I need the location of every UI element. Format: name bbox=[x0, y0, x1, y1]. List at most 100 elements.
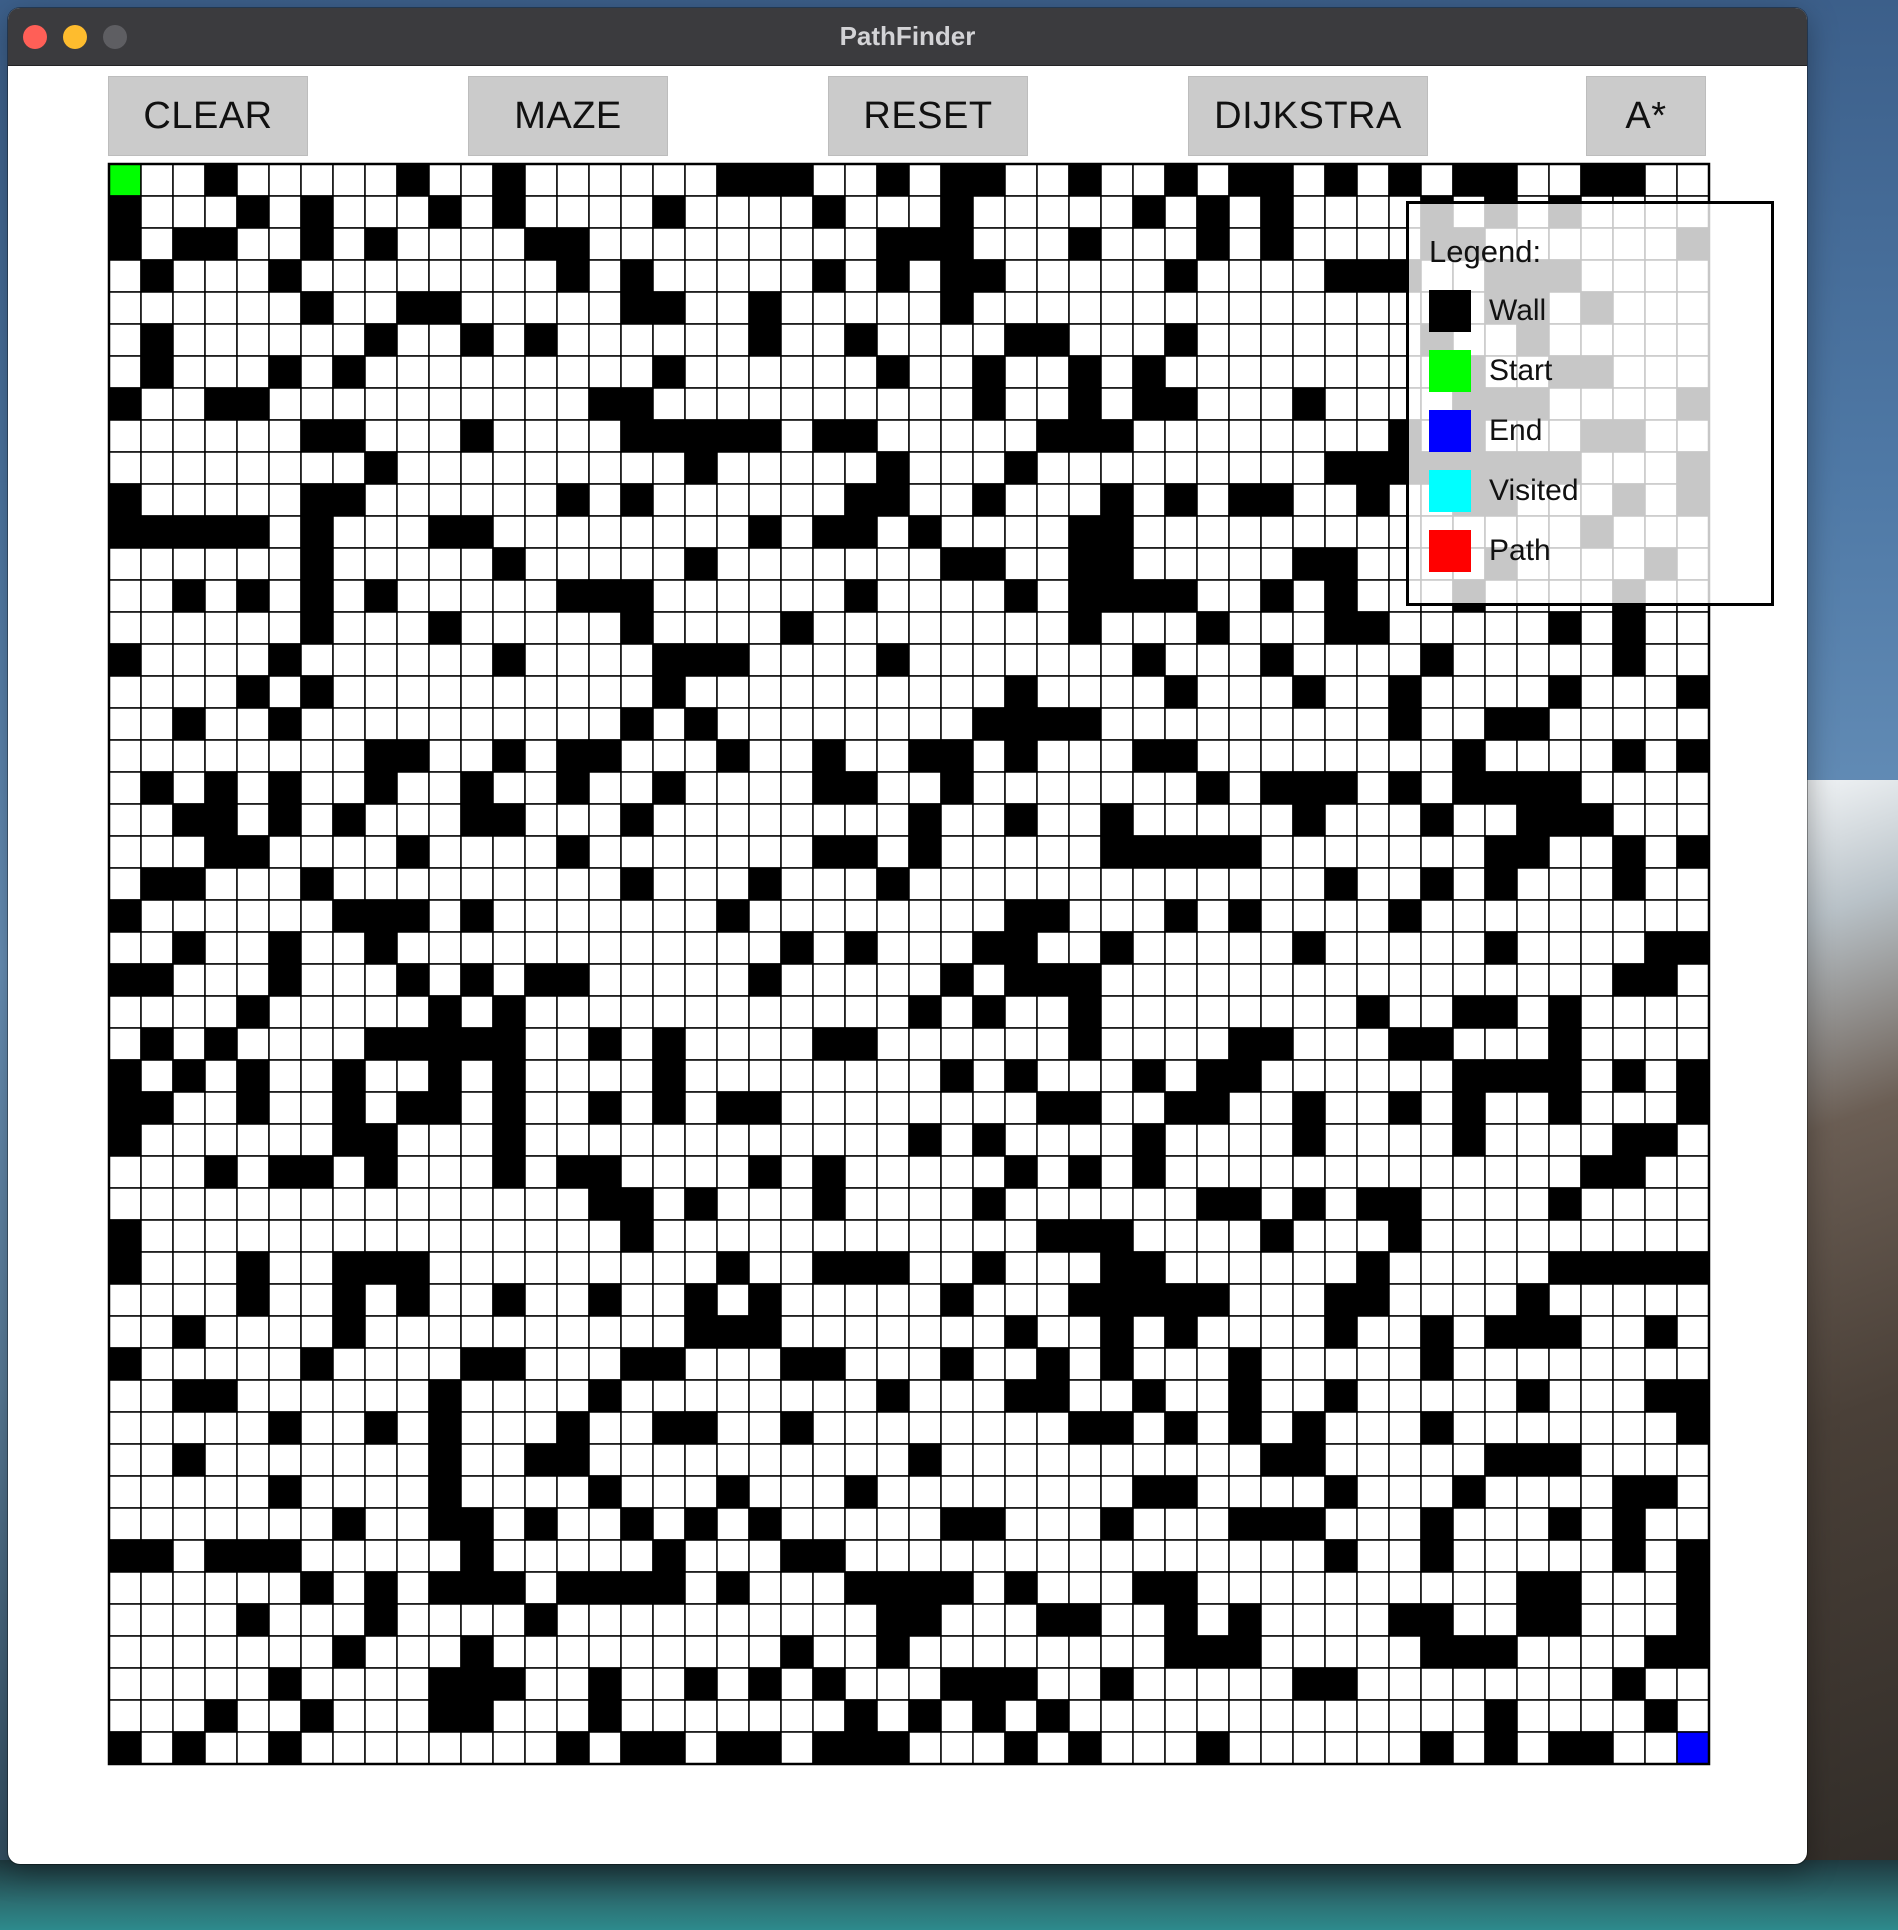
grid-cell[interactable] bbox=[1100, 451, 1134, 485]
wall-cell[interactable] bbox=[492, 1155, 526, 1189]
wall-cell[interactable] bbox=[428, 1507, 462, 1541]
wall-cell[interactable] bbox=[652, 1571, 686, 1605]
grid-cell[interactable] bbox=[812, 675, 846, 709]
grid-cell[interactable] bbox=[812, 643, 846, 677]
grid-cell[interactable] bbox=[1356, 1315, 1390, 1349]
grid-cell[interactable] bbox=[108, 803, 142, 837]
wall-cell[interactable] bbox=[812, 1731, 846, 1765]
wall-cell[interactable] bbox=[620, 1347, 654, 1381]
grid-cell[interactable] bbox=[1068, 675, 1102, 709]
grid-cell[interactable] bbox=[1452, 835, 1486, 869]
grid-cell[interactable] bbox=[1356, 1027, 1390, 1061]
grid-cell[interactable] bbox=[1452, 1251, 1486, 1285]
grid-cell[interactable] bbox=[940, 1475, 974, 1509]
grid-cell[interactable] bbox=[204, 451, 238, 485]
grid-cell[interactable] bbox=[108, 1475, 142, 1509]
grid-cell[interactable] bbox=[652, 1155, 686, 1189]
grid-cell[interactable] bbox=[1196, 963, 1230, 997]
grid-cell[interactable] bbox=[1356, 675, 1390, 709]
grid-cell[interactable] bbox=[1196, 1027, 1230, 1061]
grid-cell[interactable] bbox=[460, 1091, 494, 1125]
grid-cell[interactable] bbox=[1452, 1571, 1486, 1605]
wall-cell[interactable] bbox=[1196, 227, 1230, 261]
grid-cell[interactable] bbox=[716, 579, 750, 613]
wall-cell[interactable] bbox=[1580, 1731, 1614, 1765]
grid-cell[interactable] bbox=[1068, 1699, 1102, 1733]
grid-cell[interactable] bbox=[172, 1091, 206, 1125]
grid-cell[interactable] bbox=[972, 1347, 1006, 1381]
grid-cell[interactable] bbox=[940, 1603, 974, 1637]
grid-cell[interactable] bbox=[1452, 1603, 1486, 1637]
grid-cell[interactable] bbox=[172, 1507, 206, 1541]
grid-cell[interactable] bbox=[1324, 1123, 1358, 1157]
grid-cell[interactable] bbox=[812, 931, 846, 965]
wall-cell[interactable] bbox=[1548, 675, 1582, 709]
grid-cell[interactable] bbox=[780, 1475, 814, 1509]
grid-cell[interactable] bbox=[332, 323, 366, 357]
grid-cell[interactable] bbox=[236, 931, 270, 965]
grid-cell[interactable] bbox=[236, 1123, 270, 1157]
grid-cell[interactable] bbox=[140, 675, 174, 709]
wall-cell[interactable] bbox=[972, 707, 1006, 741]
grid-cell[interactable] bbox=[620, 451, 654, 485]
grid-cell[interactable] bbox=[620, 1635, 654, 1669]
grid-cell[interactable] bbox=[1356, 1443, 1390, 1477]
grid-cell[interactable] bbox=[1004, 1507, 1038, 1541]
grid-cell[interactable] bbox=[108, 1379, 142, 1413]
grid-cell[interactable] bbox=[1004, 163, 1038, 197]
grid-cell[interactable] bbox=[268, 387, 302, 421]
grid-cell[interactable] bbox=[1292, 995, 1326, 1029]
grid-cell[interactable] bbox=[1388, 739, 1422, 773]
grid-cell[interactable] bbox=[172, 1475, 206, 1509]
wall-cell[interactable] bbox=[748, 1155, 782, 1189]
grid-cell[interactable] bbox=[940, 1731, 974, 1765]
grid-cell[interactable] bbox=[1356, 899, 1390, 933]
grid-cell[interactable] bbox=[652, 547, 686, 581]
grid-cell[interactable] bbox=[588, 1635, 622, 1669]
wall-cell[interactable] bbox=[204, 515, 238, 549]
wall-cell[interactable] bbox=[428, 1379, 462, 1413]
grid-cell[interactable] bbox=[1644, 1443, 1678, 1477]
grid-cell[interactable] bbox=[1100, 355, 1134, 389]
grid-cell[interactable] bbox=[588, 963, 622, 997]
wall-cell[interactable] bbox=[364, 1603, 398, 1637]
wall-cell[interactable] bbox=[844, 419, 878, 453]
grid-cell[interactable] bbox=[1612, 1603, 1646, 1637]
grid-cell[interactable] bbox=[524, 355, 558, 389]
grid-cell[interactable] bbox=[908, 451, 942, 485]
grid-cell[interactable] bbox=[300, 1283, 334, 1317]
grid-cell[interactable] bbox=[1036, 195, 1070, 229]
grid-cell[interactable] bbox=[684, 195, 718, 229]
grid-cell[interactable] bbox=[652, 227, 686, 261]
grid-cell[interactable] bbox=[1516, 931, 1550, 965]
wall-cell[interactable] bbox=[1132, 1475, 1166, 1509]
grid-cell[interactable] bbox=[684, 1059, 718, 1093]
grid-cell[interactable] bbox=[748, 1603, 782, 1637]
grid-cell[interactable] bbox=[396, 1123, 430, 1157]
grid-cell[interactable] bbox=[1580, 1411, 1614, 1445]
grid-cell[interactable] bbox=[588, 643, 622, 677]
wall-cell[interactable] bbox=[364, 451, 398, 485]
grid-cell[interactable] bbox=[972, 1283, 1006, 1317]
wall-cell[interactable] bbox=[1324, 1379, 1358, 1413]
grid-cell[interactable] bbox=[876, 1667, 910, 1701]
wall-cell[interactable] bbox=[588, 1155, 622, 1189]
grid-cell[interactable] bbox=[1004, 1347, 1038, 1381]
wall-cell[interactable] bbox=[1164, 739, 1198, 773]
grid-cell[interactable] bbox=[620, 1667, 654, 1701]
grid-cell[interactable] bbox=[1260, 1475, 1294, 1509]
grid-cell[interactable] bbox=[460, 579, 494, 613]
wall-cell[interactable] bbox=[1420, 867, 1454, 901]
grid-cell[interactable] bbox=[300, 643, 334, 677]
grid-cell[interactable] bbox=[1676, 1699, 1710, 1733]
grid-cell[interactable] bbox=[940, 899, 974, 933]
grid-cell[interactable] bbox=[1676, 771, 1710, 805]
grid-cell[interactable] bbox=[1260, 899, 1294, 933]
grid-cell[interactable] bbox=[1196, 1539, 1230, 1573]
grid-cell[interactable] bbox=[556, 355, 590, 389]
grid-cell[interactable] bbox=[1292, 259, 1326, 293]
grid-cell[interactable] bbox=[364, 611, 398, 645]
grid-cell[interactable] bbox=[492, 771, 526, 805]
grid-cell[interactable] bbox=[780, 515, 814, 549]
wall-cell[interactable] bbox=[460, 771, 494, 805]
